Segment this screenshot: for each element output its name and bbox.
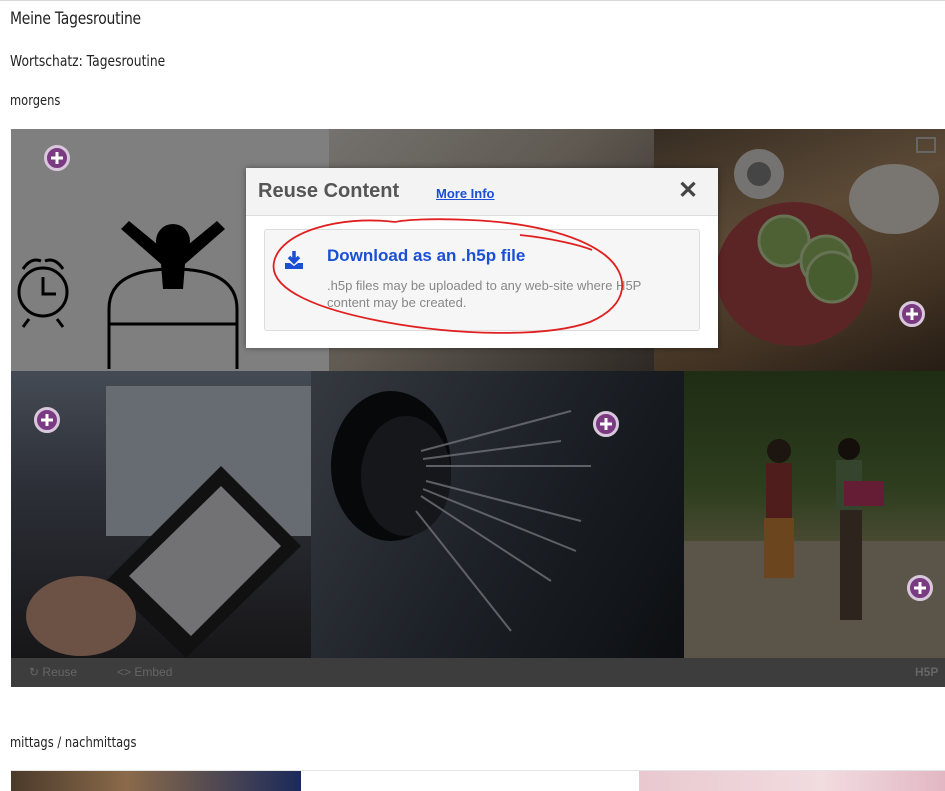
hotspot-plus-icon[interactable] [593,411,619,437]
tile-afternoon-photo [11,771,301,791]
hotspot-plus-icon[interactable] [44,145,70,171]
embed-button[interactable]: <> Embed [117,665,172,679]
second-h5p-content [11,770,945,791]
code-icon: <> [117,665,132,679]
fullscreen-icon[interactable] [916,137,936,153]
hotspot-plus-icon[interactable] [34,407,60,433]
download-option-description: .h5p files may be uploaded to any web-si… [327,278,642,310]
hotspot-plus-icon[interactable] [907,575,933,601]
tile-afternoon-photo-2 [639,771,945,791]
reuse-label: Reuse [42,665,78,679]
hotspot-plus-icon[interactable] [899,301,925,327]
download-icon [285,251,303,269]
page-title: Meine Tagesroutine [10,9,141,29]
section-heading-morning: morgens [10,93,61,109]
top-divider [0,0,945,1]
refresh-icon: ↻ [29,665,40,679]
download-h5p-option[interactable]: Download as an .h5p file .h5p files may … [264,229,700,331]
page-subtitle: Wortschatz: Tagesroutine [10,52,166,70]
reuse-content-dialog: Reuse Content More Info ✕ Download as an… [246,168,718,348]
close-icon[interactable]: ✕ [678,176,698,205]
h5p-logo[interactable]: H5P [915,665,938,679]
download-option-title: Download as an .h5p file [327,246,526,265]
reuse-button[interactable]: ↻ Reuse [29,665,77,679]
more-info-link[interactable]: More Info [436,186,495,201]
embed-label: Embed [134,665,173,679]
section-heading-afternoon: mittags / nachmittags [10,735,137,751]
dialog-title: Reuse Content [258,180,400,202]
